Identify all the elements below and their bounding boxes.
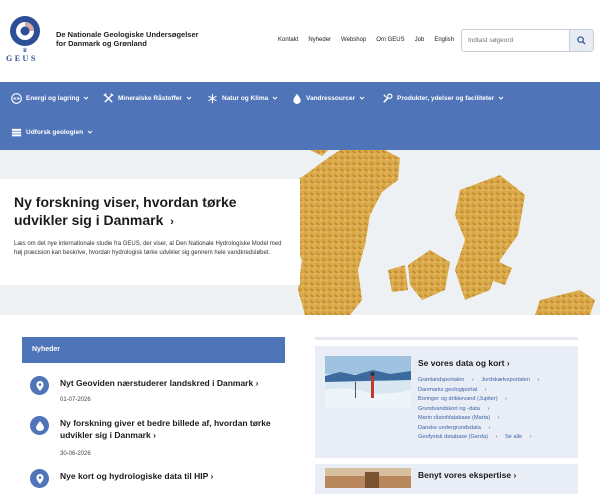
chevron-down-icon <box>186 96 192 100</box>
news-item[interactable]: Nyt Geoviden nærstuderer landskred i Dan… <box>22 373 285 413</box>
link-jupiter[interactable]: Boringer og drikkevand (Jupiter) › <box>418 396 507 402</box>
data-and-maps-card: Se vores data og kort › Grønlandsportale… <box>315 346 578 458</box>
chevron-down-icon <box>84 96 89 100</box>
search-input[interactable] <box>462 30 569 51</box>
link-danmarks-geologiportal[interactable]: Danmarks geologiportal › <box>418 387 487 393</box>
link-grundvandskort[interactable]: Grundvandskort og -data › <box>418 406 489 412</box>
top-navigation: Kontakt Nyheder Webshop Om GEUS Job Engl… <box>278 37 464 43</box>
water-drop-icon <box>30 416 49 435</box>
chevron-down-icon <box>87 130 93 134</box>
news-panel: Nyheder Nyt Geoviden nærstuderer landskr… <box>22 337 285 488</box>
drought-map-image <box>250 150 600 315</box>
energy-icon <box>11 92 22 104</box>
ice-field-photo <box>325 356 411 408</box>
chevron-right-icon: › <box>153 430 156 440</box>
organization-name: De Nationale Geologiske Undersøgelser fo… <box>56 30 199 48</box>
data-card-title-link[interactable]: Se vores data og kort › <box>418 358 510 368</box>
site-header: ♛ GEUS De Nationale Geologiske Undersøge… <box>0 0 600 82</box>
services-panel: Se vores data og kort › Grønlandsportale… <box>315 337 578 494</box>
topnav-english[interactable]: English <box>434 37 454 43</box>
main-navigation: Energi og lagring Mineralske Råstoffer N… <box>0 82 600 150</box>
search-icon <box>577 36 586 45</box>
link-gronlandsportalen[interactable]: Grønlandsportalen › <box>418 377 474 383</box>
chevron-right-icon: › <box>513 470 517 480</box>
link-gerda[interactable]: Geofysisk database (Gerda) › <box>418 434 497 440</box>
layers-icon <box>11 128 22 136</box>
topnav-nyheder[interactable]: Nyheder <box>308 37 331 43</box>
nav-energi-og-lagring[interactable]: Energi og lagring <box>11 91 93 105</box>
nav-produkter-ydelser[interactable]: Produkter, ydelser og faciliteter <box>382 91 508 105</box>
search-button[interactable] <box>569 30 593 51</box>
chevron-right-icon: › <box>255 378 259 388</box>
hero-title-link[interactable]: Ny forskning viser, hvordan tørke udvikl… <box>14 193 294 231</box>
nav-vandressourcer[interactable]: Vandressourcer <box>292 91 369 105</box>
link-se-alle[interactable]: Se alle › <box>505 434 532 440</box>
nav-mineralske-raastoffer[interactable]: Mineralske Råstoffer <box>103 91 196 105</box>
topnav-kontakt[interactable]: Kontakt <box>278 37 298 43</box>
news-item[interactable]: Nye kort og hydrologiske data til HIP › <box>22 466 285 488</box>
svg-text:♛: ♛ <box>22 47 27 54</box>
expertise-photo <box>325 468 411 488</box>
topnav-om-geus[interactable]: Om GEUS <box>376 37 404 43</box>
snowflake-icon <box>208 93 217 103</box>
expertise-card-title-link[interactable]: Benyt vores ekspertise › <box>418 470 516 480</box>
news-date: 01-07-2026 <box>60 397 91 403</box>
location-pin-icon <box>30 376 49 395</box>
news-date: 30-06-2026 <box>60 451 91 457</box>
geus-logo[interactable]: ♛ GEUS <box>6 12 48 64</box>
news-heading: Nyheder <box>22 337 285 363</box>
chevron-down-icon <box>498 96 504 100</box>
chevron-right-icon: › <box>506 358 510 368</box>
nav-natur-og-klima[interactable]: Natur og Klima <box>207 91 282 105</box>
search-box <box>461 29 594 52</box>
news-item[interactable]: Ny forskning giver et bedre billede af, … <box>22 413 285 461</box>
water-drop-icon <box>293 93 301 104</box>
link-marta[interactable]: Marin råstofdatabase (Marta) › <box>418 415 500 421</box>
data-links-list: Grønlandsportalen › Jordskælvsportalen ›… <box>418 376 568 443</box>
topnav-job[interactable]: Job <box>415 37 425 43</box>
chevron-down-icon <box>272 96 278 100</box>
hero-description: Læs om det nye internationale studie fra… <box>14 241 282 256</box>
link-danske-undergrundsdata[interactable]: Danske undergrundsdata › <box>418 425 490 431</box>
tools-icon <box>383 93 393 103</box>
pickaxe-icon <box>103 92 114 103</box>
chevron-right-icon: › <box>170 216 174 228</box>
hero-text-box: Ny forskning viser, hvordan tørke udvikl… <box>0 179 300 285</box>
logo-wordmark: GEUS <box>6 54 38 63</box>
location-pin-icon <box>30 469 49 488</box>
topnav-webshop[interactable]: Webshop <box>341 37 366 43</box>
nav-udforsk-geologien[interactable]: Udforsk geologien <box>11 125 97 139</box>
expertise-card: Benyt vores ekspertise › <box>315 464 578 494</box>
link-jordskaelvsportalen[interactable]: Jordskælvsportalen › <box>481 377 539 383</box>
chevron-down-icon <box>359 96 365 100</box>
